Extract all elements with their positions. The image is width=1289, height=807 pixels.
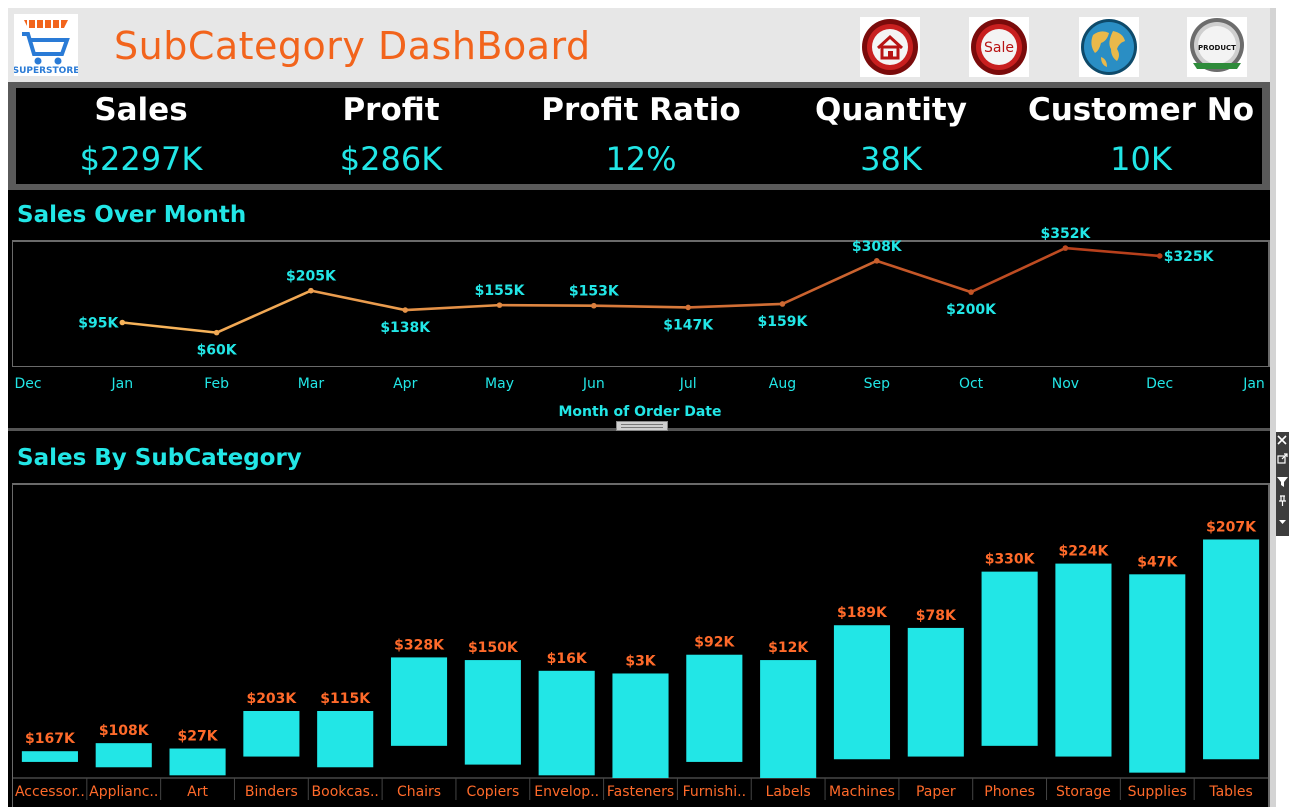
subcategory-bar bbox=[981, 571, 1038, 746]
subcategory-bar bbox=[760, 660, 817, 778]
category-label: Fasteners bbox=[607, 784, 674, 800]
bar-data-label: $92K bbox=[694, 635, 735, 651]
bar-data-label: $108K bbox=[99, 723, 150, 739]
subcategory-bar bbox=[907, 627, 964, 757]
bar-data-label: $27K bbox=[178, 729, 219, 745]
close-icon[interactable] bbox=[1277, 435, 1287, 445]
bar-data-label: $150K bbox=[468, 640, 519, 656]
subcategory-bar bbox=[95, 743, 152, 768]
subcategory-bar bbox=[833, 625, 891, 760]
subcategory-bar bbox=[1203, 539, 1260, 760]
category-label: Labels bbox=[766, 784, 811, 800]
bar-data-label: $330K bbox=[985, 552, 1036, 568]
subcategory-bar bbox=[169, 748, 226, 776]
category-label: Chairs bbox=[397, 784, 441, 800]
category-label: Binders bbox=[245, 784, 298, 800]
bar-data-label: $47K bbox=[1137, 554, 1178, 570]
subcategory-bar bbox=[1055, 563, 1112, 757]
bar-data-label: $16K bbox=[547, 651, 588, 667]
bar-data-label: $207K bbox=[1206, 519, 1257, 535]
subcategory-bar bbox=[21, 751, 78, 762]
subcategory-bar bbox=[686, 654, 743, 762]
category-label: Applianc.. bbox=[89, 784, 158, 800]
category-label: Bookcas.. bbox=[312, 784, 379, 800]
bar-data-label: $3K bbox=[625, 653, 656, 669]
subcategory-bar bbox=[464, 660, 521, 765]
category-label: Machines bbox=[829, 784, 895, 800]
bar-data-label: $78K bbox=[916, 608, 957, 624]
bar-data-label: $224K bbox=[1059, 544, 1110, 560]
subcategory-bar bbox=[538, 670, 595, 776]
category-label: Storage bbox=[1056, 784, 1111, 800]
subcategory-bar bbox=[243, 711, 300, 757]
filter-icon[interactable] bbox=[1277, 477, 1288, 487]
subcategory-bar bbox=[612, 673, 669, 778]
category-label: Accessor.. bbox=[15, 784, 85, 800]
category-label: Supplies bbox=[1128, 784, 1187, 800]
open-new-icon[interactable] bbox=[1277, 453, 1288, 464]
pin-icon[interactable] bbox=[1279, 495, 1286, 506]
category-label: Art bbox=[187, 784, 208, 800]
bar-data-label: $189K bbox=[837, 605, 888, 621]
category-label: Phones bbox=[984, 784, 1035, 800]
subcategory-bar bbox=[1129, 574, 1186, 773]
category-label: Furnishi.. bbox=[683, 784, 746, 800]
bar-data-label: $115K bbox=[320, 691, 371, 707]
subcategory-bar bbox=[390, 657, 448, 746]
bar-data-label: $203K bbox=[246, 691, 297, 707]
sales-by-subcategory-chart: $167K Accessor.. $108K Applianc.. $27K Art $20… bbox=[13, 519, 1268, 800]
category-label: Envelop.. bbox=[534, 784, 599, 800]
category-label: Tables bbox=[1208, 784, 1253, 800]
bar-data-label: $167K bbox=[25, 731, 76, 747]
category-label: Paper bbox=[916, 784, 956, 800]
more-options-icon[interactable] bbox=[1279, 520, 1286, 524]
bar-data-label: $12K bbox=[768, 640, 809, 656]
worksheet-toolbar bbox=[1276, 432, 1289, 536]
bar-data-label: $328K bbox=[394, 637, 445, 653]
subcategory-bar bbox=[317, 711, 374, 768]
category-label: Copiers bbox=[466, 784, 519, 800]
